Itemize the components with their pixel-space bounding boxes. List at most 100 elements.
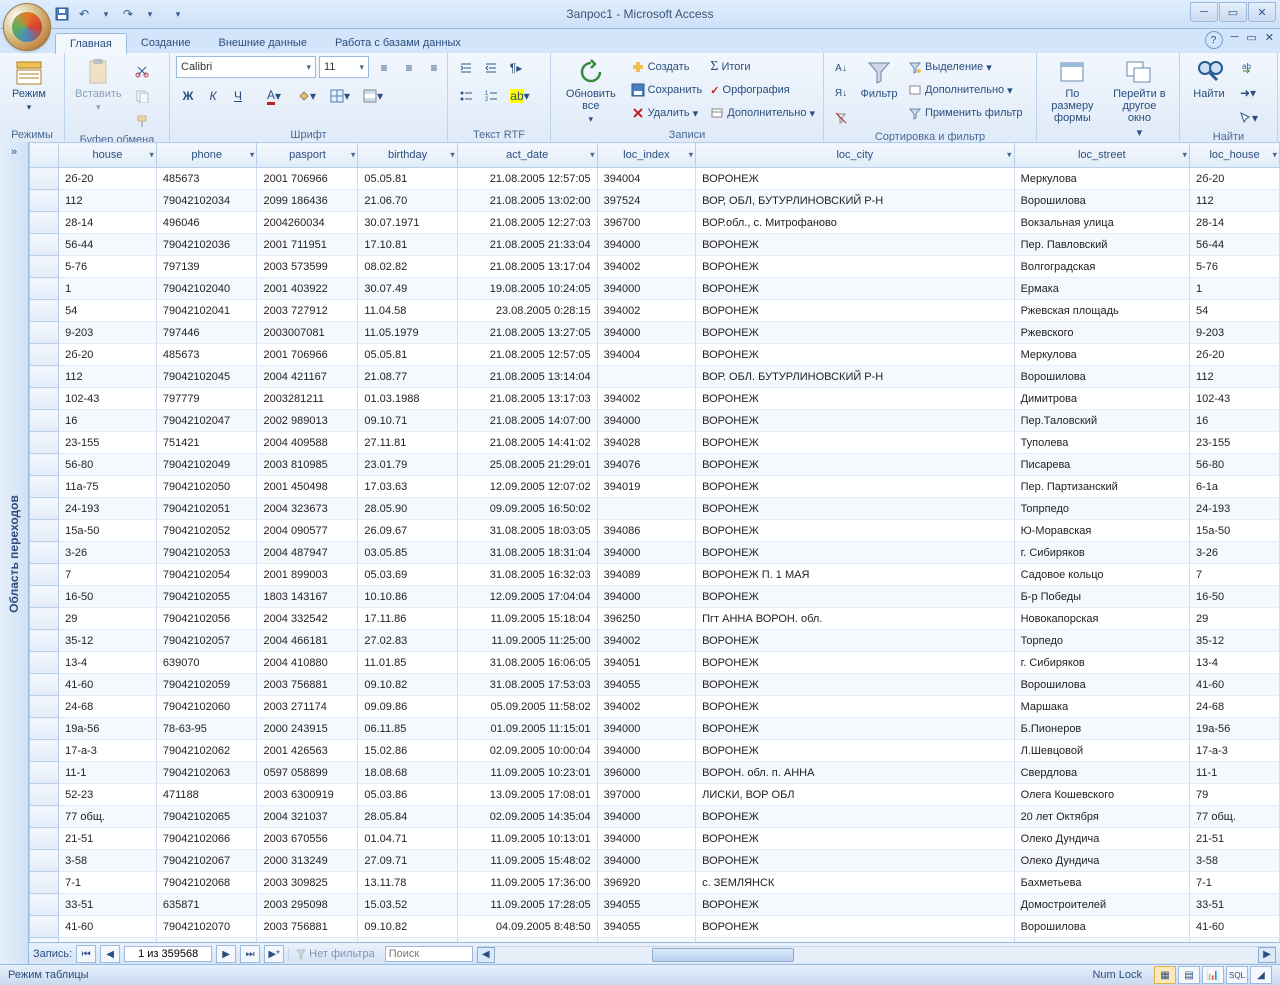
cell[interactable]: 2099 186436	[257, 190, 358, 212]
cell[interactable]: 12.09.2005 12:07:02	[457, 476, 597, 498]
table-row[interactable]: 5-767971392003 57359908.02.8221.08.2005 …	[30, 256, 1280, 278]
cell[interactable]: ВОРОНЕЖ	[696, 498, 1014, 520]
cell[interactable]: 112	[1190, 190, 1280, 212]
cell[interactable]: 2003 756881	[257, 916, 358, 938]
cell[interactable]: ВОРОНЕЖ	[696, 850, 1014, 872]
cell[interactable]: 2003 295098	[257, 894, 358, 916]
cell[interactable]: 04.09.2005 8:48:50	[457, 916, 597, 938]
cell[interactable]: 21.06.70	[358, 190, 457, 212]
cell[interactable]: 23.01.79	[358, 454, 457, 476]
pivotchart-view-icon[interactable]: 📊	[1202, 966, 1224, 984]
cell[interactable]: 05.09.2005 11:58:02	[457, 696, 597, 718]
cell[interactable]: 28-14	[1190, 212, 1280, 234]
pivottable-view-icon[interactable]: ▤	[1178, 966, 1200, 984]
minimize-button[interactable]: ─	[1190, 2, 1218, 22]
last-record-button[interactable]: ⏭	[240, 945, 260, 963]
cell[interactable]: 2003 573599	[257, 256, 358, 278]
italic-icon[interactable]: К	[201, 84, 225, 108]
cell[interactable]: 13-4	[1190, 652, 1280, 674]
cell[interactable]: 3-58	[1190, 850, 1280, 872]
cell[interactable]: 16-50	[59, 586, 157, 608]
decrease-indent-icon[interactable]	[454, 56, 478, 80]
sql-view-icon[interactable]: SQL	[1226, 966, 1248, 984]
cell[interactable]: 77 общ.	[1190, 806, 1280, 828]
cell[interactable]: 79042102050	[156, 476, 257, 498]
cell[interactable]: ВОРОНЕЖ	[696, 740, 1014, 762]
table-row[interactable]: 41-60790421020702003 75688109.10.8204.09…	[30, 916, 1280, 938]
cell[interactable]: 19а-56	[59, 718, 157, 740]
cell[interactable]: 79042102062	[156, 740, 257, 762]
datasheet-view-icon[interactable]: ▦	[1154, 966, 1176, 984]
view-mode-button[interactable]: Режим▾	[6, 56, 52, 115]
cell[interactable]: 7-1	[1190, 872, 1280, 894]
cell[interactable]: 28.05.90	[358, 498, 457, 520]
fill-color-icon[interactable]: ▾	[291, 84, 323, 108]
cell[interactable]: 394055	[597, 674, 695, 696]
cell[interactable]: 41-60	[59, 916, 157, 938]
cell[interactable]: 79042102047	[156, 410, 257, 432]
cell[interactable]: 09.10.82	[358, 916, 457, 938]
cell[interactable]: 21.08.2005 14:07:00	[457, 410, 597, 432]
cell[interactable]: 15.03.52	[358, 894, 457, 916]
cell[interactable]: 485673	[156, 168, 257, 190]
cell[interactable]: ВОРОНЕЖ	[696, 894, 1014, 916]
cell[interactable]: ВОРОНЕЖ	[696, 806, 1014, 828]
filter-button[interactable]: Фильтр	[856, 56, 902, 102]
table-row[interactable]: 9-203797446200300708111.05.197921.08.200…	[30, 322, 1280, 344]
cell[interactable]: 09.09.86	[358, 696, 457, 718]
cell[interactable]: Пер. Павловский	[1014, 234, 1189, 256]
design-view-icon[interactable]: ◢	[1250, 966, 1272, 984]
cell[interactable]: ВОРОНЕЖ	[696, 344, 1014, 366]
cell[interactable]: Ворошилова	[1014, 916, 1189, 938]
cell[interactable]: 11.04.58	[358, 300, 457, 322]
horizontal-scrollbar[interactable]: ◀ ▶	[477, 946, 1276, 963]
cell[interactable]: 17.10.81	[358, 234, 457, 256]
cell[interactable]: Б.Пионеров	[1014, 718, 1189, 740]
table-row[interactable]: 54790421020412003 72791211.04.5823.08.20…	[30, 300, 1280, 322]
column-header-loc_index[interactable]: loc_index▾	[597, 143, 695, 168]
cell[interactable]: ВОРОН. обл. п. АННА	[696, 762, 1014, 784]
cell[interactable]: 24-193	[1190, 498, 1280, 520]
cell[interactable]: 2б-20	[1190, 344, 1280, 366]
new-record-button[interactable]: Создать	[629, 56, 705, 78]
cell[interactable]: 394000	[597, 828, 695, 850]
refresh-all-button[interactable]: Обновить все▾	[557, 56, 625, 127]
cell[interactable]: 23-155	[1190, 432, 1280, 454]
mdi-restore-icon[interactable]: ▭	[1246, 31, 1256, 49]
font-color-icon[interactable]: A▾	[258, 84, 290, 108]
cell[interactable]: 2004 323673	[257, 498, 358, 520]
table-row[interactable]: 3-26790421020532004 48794703.05.8531.08.…	[30, 542, 1280, 564]
cell[interactable]: 635871	[156, 894, 257, 916]
cell[interactable]: 20 лет Октября	[1014, 806, 1189, 828]
table-row[interactable]: 16790421020472002 98901309.10.7121.08.20…	[30, 410, 1280, 432]
cell[interactable]: 01.09.2005 11:15:01	[457, 718, 597, 740]
cell[interactable]: 33-51	[1190, 894, 1280, 916]
table-row[interactable]: 1790421020402001 40392230.07.4919.08.200…	[30, 278, 1280, 300]
column-header-loc_house[interactable]: loc_house▾	[1190, 143, 1280, 168]
select-icon[interactable]: ▾	[1236, 106, 1260, 130]
advanced-filter-button[interactable]: Дополнительно ▾	[906, 79, 1025, 101]
table-row[interactable]: 28-14496046200426003430.07.197121.08.200…	[30, 212, 1280, 234]
cell[interactable]: 394004	[597, 344, 695, 366]
align-center-icon[interactable]: ≡	[397, 56, 421, 80]
cell[interactable]: 21.08.77	[358, 366, 457, 388]
table-row[interactable]: 3-58790421020672000 31324927.09.7111.09.…	[30, 850, 1280, 872]
cell[interactable]: 05.05.81	[358, 344, 457, 366]
cell[interactable]: 394002	[597, 256, 695, 278]
cell[interactable]: 5-76	[1190, 256, 1280, 278]
cell[interactable]	[597, 366, 695, 388]
cell[interactable]: Пер. Партизанский	[1014, 476, 1189, 498]
cell[interactable]: 79042102041	[156, 300, 257, 322]
cell[interactable]: Новокапорская	[1014, 608, 1189, 630]
selection-filter-button[interactable]: Выделение ▾	[906, 56, 1025, 78]
cell[interactable]: Меркулова	[1014, 344, 1189, 366]
cell[interactable]: Ворошилова	[1014, 190, 1189, 212]
help-icon[interactable]: ?	[1205, 31, 1223, 49]
tab-create[interactable]: Создание	[127, 33, 205, 53]
cell[interactable]: 471188	[156, 784, 257, 806]
cell[interactable]: 394000	[597, 586, 695, 608]
cell[interactable]: 08.02.82	[358, 256, 457, 278]
cell[interactable]: 78-63-95	[156, 718, 257, 740]
cell[interactable]: 6-1а	[1190, 476, 1280, 498]
cell[interactable]: 2001 450498	[257, 476, 358, 498]
